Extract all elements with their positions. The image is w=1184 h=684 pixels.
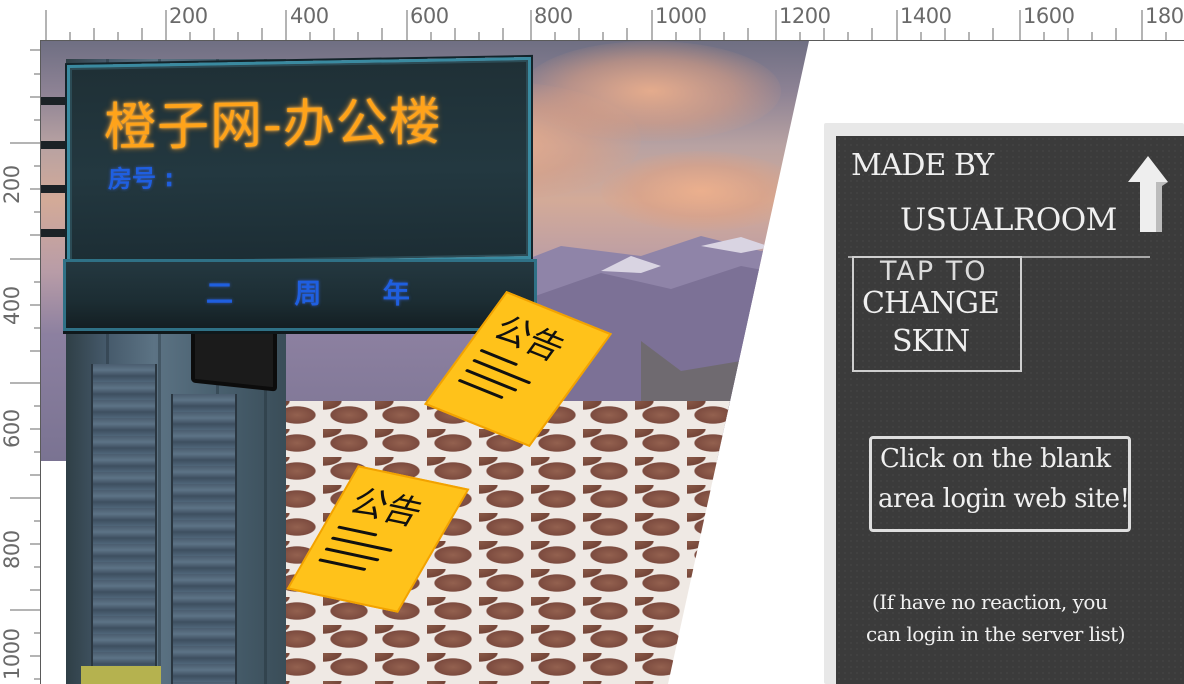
change-skin-line3: SKIN xyxy=(892,324,970,359)
change-skin-line1: TAP TO xyxy=(880,256,988,287)
ruler-label: 1600 xyxy=(1023,4,1075,28)
ruler-label: 400 xyxy=(0,286,24,325)
ruler-label: 1000 xyxy=(0,628,24,680)
ruler-label: 1200 xyxy=(779,4,831,28)
ruler-label: 1400 xyxy=(900,4,952,28)
ruler-label: 180 xyxy=(1145,4,1184,28)
ruler-label: 1000 xyxy=(655,4,707,28)
room-number-label: 房号 : xyxy=(108,164,174,194)
door-pillar xyxy=(91,364,157,684)
ruler-label: 800 xyxy=(534,4,573,28)
building-sign: 橙子网-办公楼 房号 : xyxy=(67,56,531,268)
made-by-label: MADE BY xyxy=(851,148,994,183)
left-ruler: 200 400 600 800 1000 xyxy=(0,40,41,684)
chalkboard: MADE BY USUALROOM TAP TO CHANGE SKIN Cli… xyxy=(836,136,1184,684)
ruler-label: 400 xyxy=(290,4,329,28)
login-instruction-line1: Click on the blank xyxy=(880,444,1111,474)
ruler-label: 600 xyxy=(410,4,449,28)
sign-base: 二 周 年 xyxy=(63,259,537,331)
notice-text-lines xyxy=(306,517,421,597)
anniversary-label: 二 周 年 xyxy=(206,279,436,310)
door-pillar xyxy=(171,394,237,684)
change-skin-line2: CHANGE xyxy=(862,286,1000,321)
ruler-label: 600 xyxy=(0,409,24,448)
ruler-label: 200 xyxy=(169,4,208,28)
ruler-label: 200 xyxy=(0,165,24,204)
author-label: USUALROOM xyxy=(900,202,1117,238)
up-arrow-icon[interactable] xyxy=(1128,156,1168,232)
top-ruler: 200 400 600 800 1000 1200 1400 1600 180 xyxy=(0,0,1184,41)
ruler-label: 800 xyxy=(0,530,24,569)
login-instruction-line2: area login web site! xyxy=(878,484,1130,514)
login-hint-line2: can login in the server list) xyxy=(866,622,1126,646)
left-ruler-ticks xyxy=(10,49,40,680)
login-hint-line1: (If have no reaction, you xyxy=(872,590,1108,614)
grass-patch xyxy=(81,666,161,684)
sign-title: 橙子网-办公楼 xyxy=(104,92,442,159)
